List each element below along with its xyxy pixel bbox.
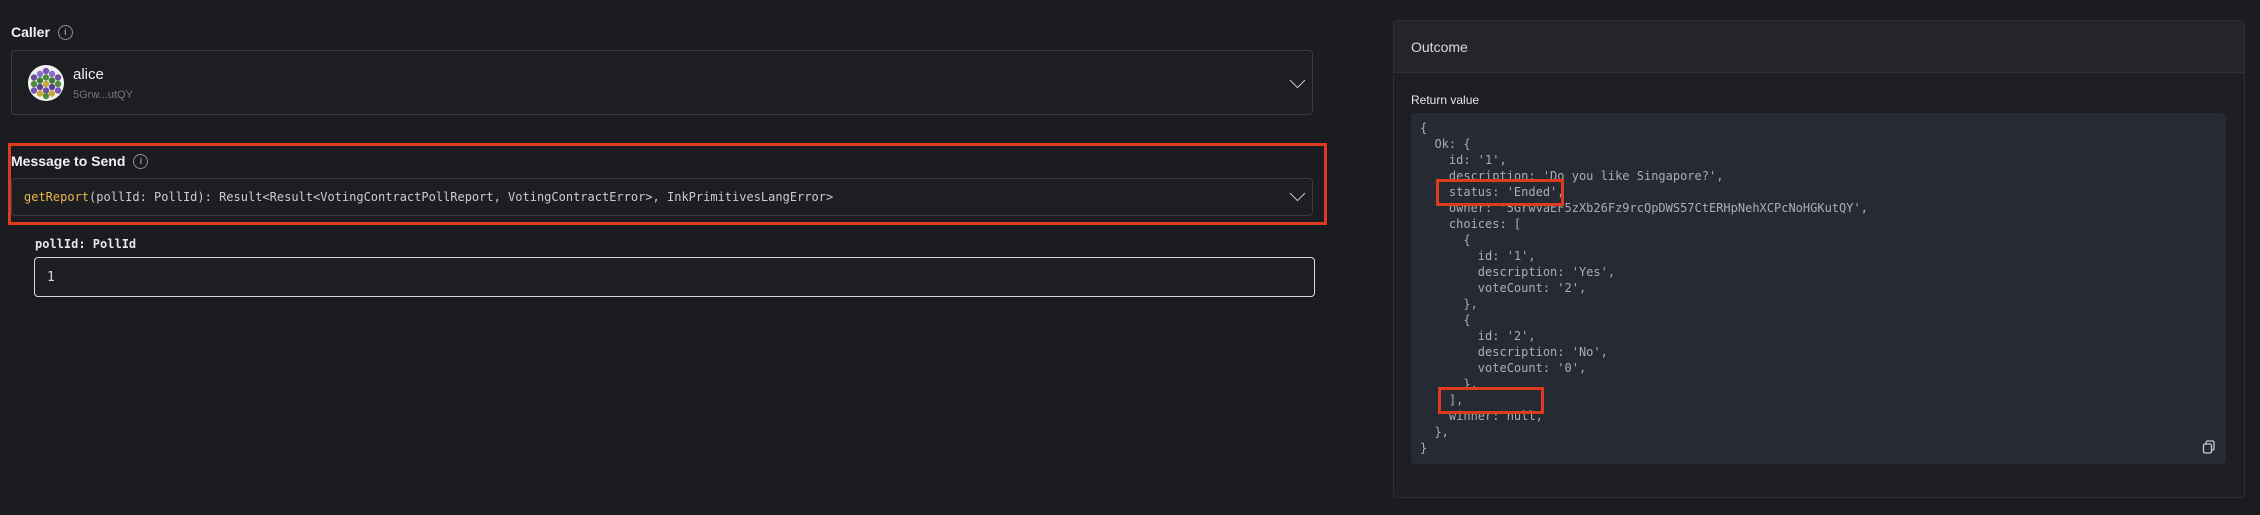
caller-label-text: Caller [11,24,50,40]
chevron-down-icon[interactable] [1289,72,1306,89]
code-line: description: 'Yes', [1420,265,1616,279]
message-fn-name: getReport [24,190,90,204]
poll-id-input[interactable] [34,257,1315,297]
outcome-panel: Outcome Return value { Ok: { id: '1', de… [1393,20,2245,498]
info-icon[interactable]: i [133,153,149,169]
message-signature: getReport(pollId: PollId): Result<Result… [24,190,833,204]
code-line: voteCount: '0', [1420,361,1587,375]
chevron-down-icon[interactable] [1289,185,1306,202]
code-line: voteCount: '2', [1420,281,1587,295]
caller-name: alice [73,66,104,83]
caller-address: 5Grw...utQY [73,89,133,101]
caller-label: Caller i [11,24,73,40]
message-select[interactable]: getReport(pollId: PollId): Result<Result… [11,178,1313,216]
code-line: id: '2', [1420,329,1536,343]
avatar [28,65,64,101]
copy-icon[interactable] [2202,440,2216,454]
code-line: } [1420,441,1428,455]
code-line: { [1420,313,1471,327]
avatar-identicon [28,65,64,101]
code-line: description: 'No', [1420,345,1608,359]
message-label-text: Message to Send [11,153,126,169]
message-label: Message to Send i [11,153,149,169]
outcome-title: Outcome [1394,21,2244,73]
code-line: }, [1420,297,1478,311]
message-fn-signature: (pollId: PollId): Result<Result<VotingCo… [89,190,834,204]
winner-highlight [1438,387,1544,414]
code-line: { [1420,233,1471,247]
code-line: id: '1', [1420,153,1507,167]
status-highlight [1436,179,1564,206]
return-value-label: Return value [1411,93,1480,107]
caller-select[interactable]: alice 5Grw...utQY [11,50,1313,115]
return-value-code: { Ok: { id: '1', description: 'Do you li… [1411,113,2226,464]
code-line: }, [1420,425,1449,439]
code-line: Ok: { [1420,137,1471,151]
info-icon[interactable]: i [57,24,73,40]
code-line: id: '1', [1420,249,1536,263]
code-line: choices: [ [1420,217,1522,231]
param-label: pollId: PollId [35,237,137,251]
code-line: { [1420,121,1428,135]
